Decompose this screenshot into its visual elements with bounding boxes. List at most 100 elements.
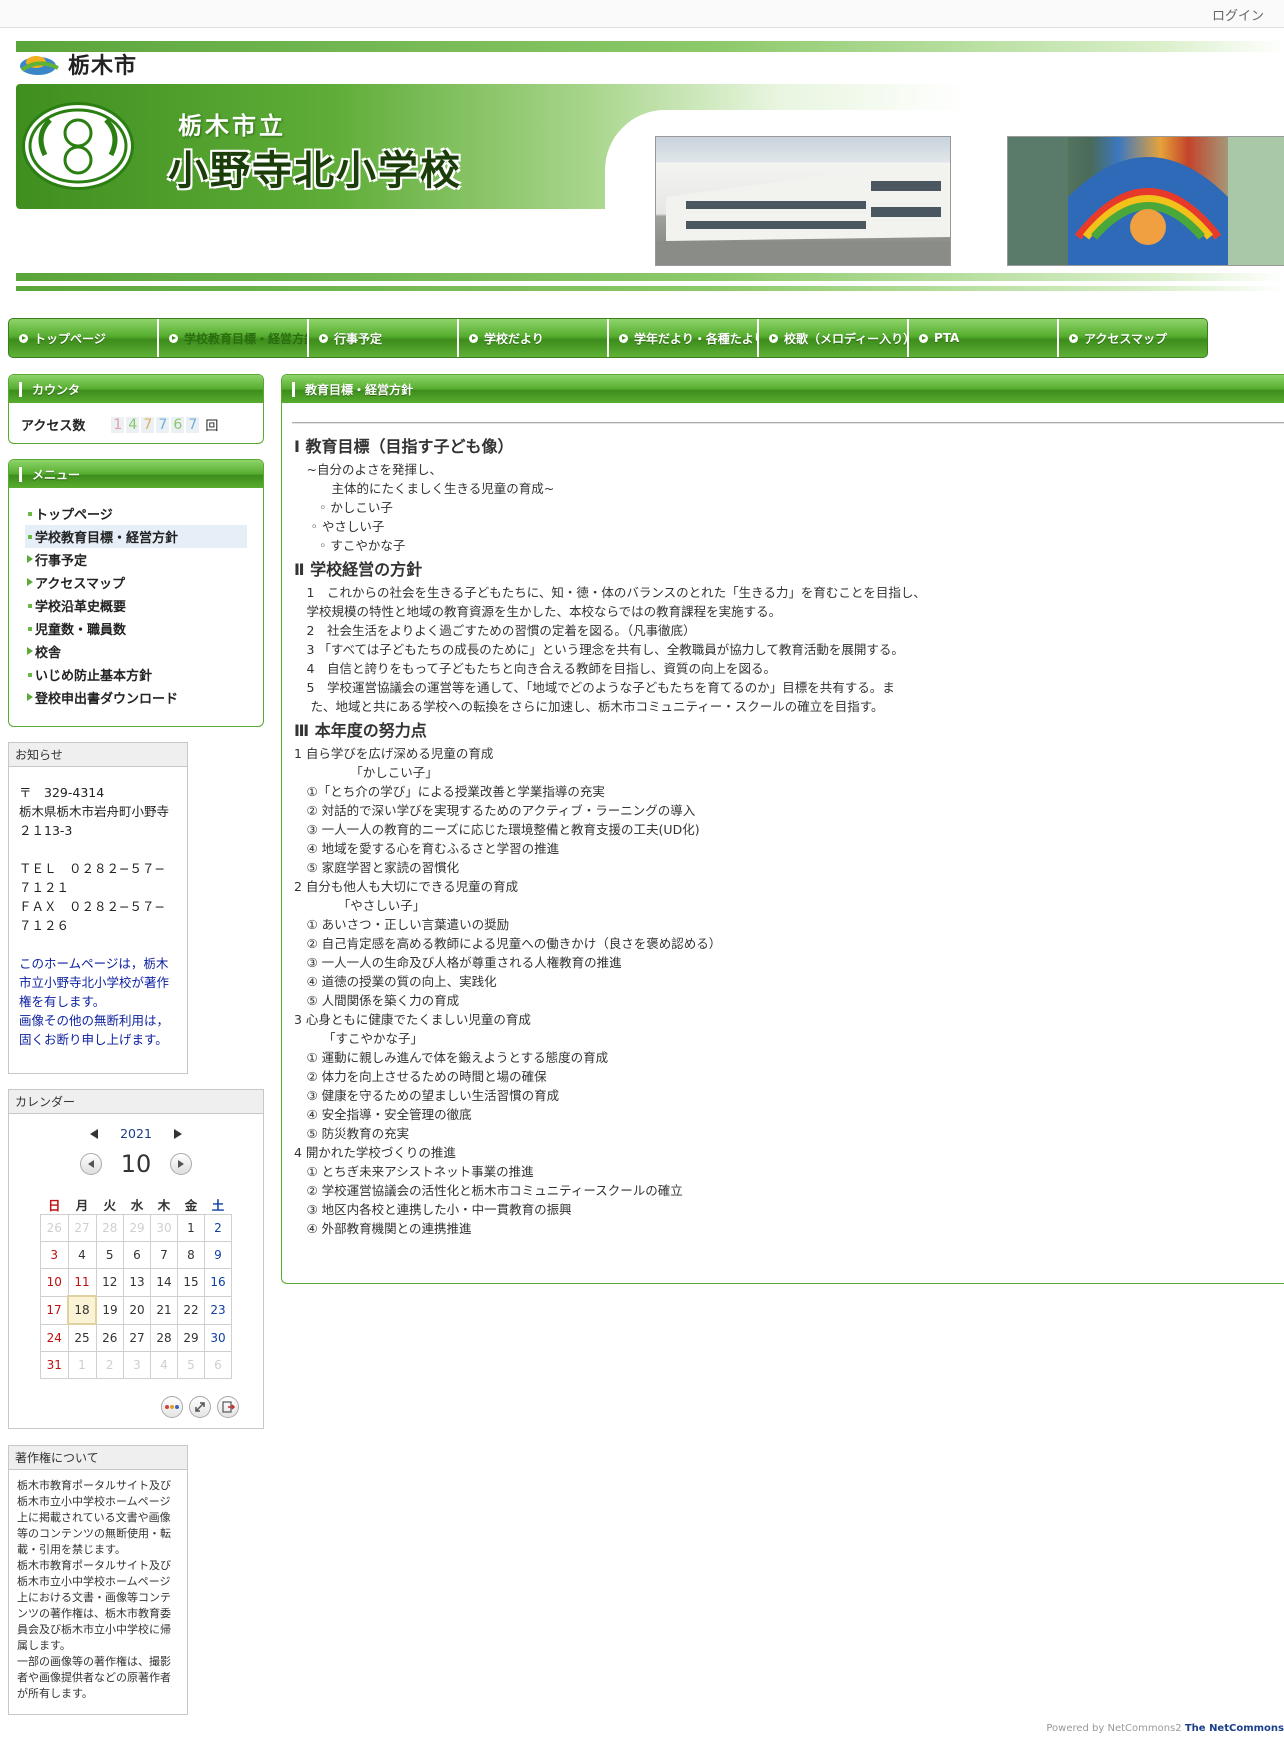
calendar-day[interactable]: 1 [67, 1351, 97, 1379]
top-bar: ログイン [0, 0, 1284, 28]
login-link[interactable]: ログイン [1212, 5, 1264, 24]
calendar-day[interactable]: 26 [95, 1323, 124, 1352]
calendar-day[interactable]: 4 [150, 1351, 178, 1379]
weekday-header: 火 [103, 1197, 116, 1213]
calendar-day[interactable]: 9 [204, 1241, 232, 1269]
calendar-day[interactable]: 26 [40, 1214, 69, 1242]
panel-title-text: メニュー [32, 467, 81, 482]
calendar-day[interactable]: 27 [67, 1214, 97, 1242]
calendar-day[interactable]: 6 [123, 1241, 151, 1269]
calendar-day[interactable]: 30 [150, 1214, 178, 1242]
calendar-day[interactable]: 19 [95, 1295, 124, 1325]
calendar-day[interactable]: 30 [204, 1323, 232, 1352]
prev-month-button[interactable] [80, 1153, 102, 1175]
menu-item-anti-bullying[interactable]: いじめ防止基本方針 [25, 663, 247, 686]
calendar-day[interactable]: 23 [204, 1295, 232, 1325]
calendar-day-holiday[interactable]: 11 [67, 1268, 97, 1297]
calendar-day[interactable]: 6 [204, 1351, 232, 1379]
calendar-day[interactable]: 25 [67, 1323, 97, 1352]
article-line: ◦ やさしい子 [294, 519, 385, 534]
menu-item-top[interactable]: トップページ [25, 502, 247, 525]
menu-item-education-goals[interactable]: 学校教育目標・経営方針 [25, 525, 247, 548]
nav-schedule[interactable]: 行事予定 [309, 319, 459, 357]
calendar-day[interactable]: 12 [95, 1268, 124, 1297]
copyright-line: 上における文書・画像等コンテ [17, 1591, 171, 1604]
calendar-day[interactable]: 17 [40, 1295, 69, 1325]
menu-item-access-map[interactable]: アクセスマップ [25, 571, 247, 594]
copyright-notice: 市立小野寺北小学校が著作 [19, 975, 170, 990]
calendar-day[interactable]: 24 [40, 1323, 69, 1352]
export-icon[interactable] [217, 1396, 239, 1418]
next-year-icon[interactable] [173, 1128, 182, 1139]
weekday-header: 金 [184, 1197, 198, 1213]
nav-grade-news[interactable]: 学年だより・各種たより [609, 319, 759, 357]
nav-access-map[interactable]: アクセスマップ [1059, 319, 1207, 357]
calendar-day[interactable]: 21 [150, 1295, 178, 1325]
calendar-year[interactable]: 2021 [120, 1126, 152, 1141]
calendar-day[interactable]: 7 [150, 1241, 178, 1269]
footer-credit: Powered by NetCommons2 The NetCommons [1046, 1723, 1284, 1734]
nav-bullet-icon [319, 333, 328, 343]
notice-panel: お知らせ 〒 329-4314 栃木県栃木市岩舟町小野寺 ２１13-3 ＴＥＬ … [8, 742, 188, 1074]
city-emblem-icon [20, 56, 59, 75]
next-month-button[interactable] [170, 1153, 192, 1175]
calendar-day[interactable]: 28 [95, 1214, 124, 1242]
calendar-day[interactable]: 4 [67, 1241, 97, 1269]
calendar-day[interactable]: 28 [150, 1323, 178, 1352]
prev-year-icon[interactable] [90, 1128, 99, 1139]
counter-digit: 7 [141, 416, 155, 433]
calendar-month-row: 10 [9, 1150, 263, 1178]
copyright-line: 等のコンテンツの無断使用・転 [17, 1527, 171, 1540]
calendar-day[interactable]: 16 [204, 1268, 232, 1297]
copyright-notice: 画像その他の無断利用は， [19, 1013, 170, 1028]
calendar-day[interactable]: 29 [123, 1214, 151, 1242]
nav-bullet-icon [169, 333, 178, 343]
calendar-day[interactable]: 31 [40, 1351, 69, 1379]
calendar-day[interactable]: 14 [150, 1268, 178, 1297]
calendar-day[interactable]: 5 [95, 1241, 124, 1269]
nav-education-goals[interactable]: 学校教育目標・経営方針 [159, 319, 309, 357]
calendar-day[interactable]: 29 [177, 1323, 205, 1352]
calendar-day[interactable]: 13 [123, 1268, 151, 1297]
article-line: ② 対話的で深い学びを実現するためのアクティブ・ラーニングの導入 [294, 803, 696, 818]
calendar-week: 3 4 5 6 7 8 9 [40, 1241, 232, 1269]
menu-item-schedule[interactable]: 行事予定 [25, 548, 247, 571]
nav-pta[interactable]: PTA [909, 319, 1059, 357]
calendar-day[interactable]: 22 [177, 1295, 205, 1325]
expand-icon[interactable] [189, 1396, 211, 1418]
menu-item-history[interactable]: 学校沿革史概要 [25, 594, 247, 617]
calendar-day[interactable]: 2 [95, 1351, 124, 1379]
more-options-icon[interactable] [161, 1396, 183, 1418]
calendar-day[interactable]: 15 [177, 1268, 205, 1297]
calendar-day[interactable]: 10 [40, 1268, 69, 1297]
menu-item-building[interactable]: 校舎 [25, 640, 247, 663]
main-title: 教育目標・経営方針 [282, 375, 1284, 403]
menu-item-enrollment[interactable]: 児童数・職員数 [25, 617, 247, 640]
footer-brand-link[interactable]: The NetCommons [1185, 1723, 1284, 1734]
weekday-header: 日 [47, 1197, 61, 1213]
section-heading: Ⅰ 教育目標（目指す子ども像） [294, 437, 514, 456]
article-line: 2 自分も他人も大切にできる児童の育成 [294, 879, 519, 894]
copyright-line: 栃木市教育ポータルサイト及び [17, 1559, 171, 1572]
article-line: 「すこやかな子」 [294, 1031, 423, 1046]
nav-label: 学年だより・各種たより [634, 331, 759, 346]
copyright-line: 栃木市立小中学校ホームページ [17, 1575, 171, 1588]
address-line: ２１13-3 [19, 823, 73, 838]
menu-item-download[interactable]: 登校申出書ダウンロード [25, 686, 247, 709]
calendar-day[interactable]: 2 [204, 1214, 232, 1242]
calendar-day[interactable]: 1 [177, 1214, 205, 1242]
calendar-day[interactable]: 5 [177, 1351, 205, 1379]
nav-bullet-icon [1069, 333, 1078, 343]
article-line: ② 自己肯定感を高める教師による児童への働きかけ（良さを褒め認める） [294, 936, 722, 951]
menu-title: メニュー [9, 460, 263, 488]
calendar-day[interactable]: 20 [123, 1295, 151, 1325]
calendar-day[interactable]: 3 [123, 1351, 151, 1379]
calendar-day[interactable]: 8 [177, 1241, 205, 1269]
nav-school-news[interactable]: 学校だより [459, 319, 609, 357]
nav-label: トップページ [34, 331, 106, 346]
nav-school-song[interactable]: 校歌（メロディー入り） [759, 319, 909, 357]
calendar-day-today[interactable]: 18 [67, 1295, 97, 1325]
nav-top[interactable]: トップページ [9, 319, 159, 357]
calendar-day[interactable]: 27 [123, 1323, 151, 1352]
calendar-day[interactable]: 3 [40, 1241, 69, 1269]
